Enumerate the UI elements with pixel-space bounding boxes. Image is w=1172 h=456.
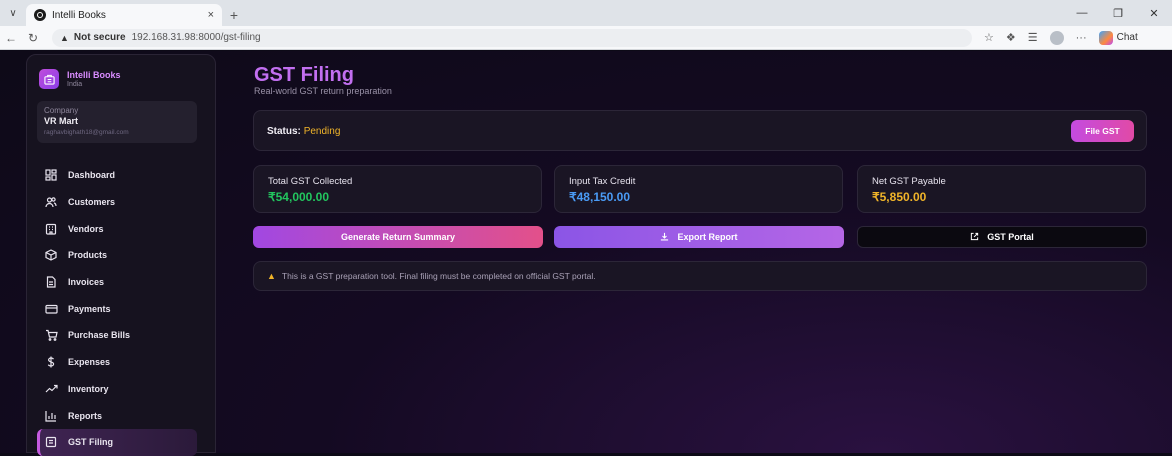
window-controls: — ❐ ✕ [1064,0,1172,26]
sidebar-item-gst-filing[interactable]: GST Filing [37,428,197,456]
button-label: GST Portal [987,232,1034,242]
export-report-button[interactable]: Export Report [554,226,844,248]
minimize-icon[interactable]: — [1064,0,1100,26]
file-gst-button[interactable]: File GST [1071,120,1134,142]
building-icon [44,222,58,236]
sidebar-item-label: Vendors [68,223,104,234]
receipt-icon [44,435,58,449]
page-title: GST Filing [254,64,354,86]
sidebar-item-payments[interactable]: Payments [37,295,197,322]
cart-icon [44,328,58,342]
gst-portal-button[interactable]: GST Portal [857,226,1147,248]
company-card[interactable]: Company VR Mart raghavbighath18@gmail.co… [37,101,197,143]
sidebar-item-purchase-bills[interactable]: Purchase Bills [37,322,197,349]
sidebar-item-dashboard[interactable]: Dashboard [37,162,197,189]
dashboard-icon [44,168,58,182]
reload-icon[interactable]: ↻ [22,26,44,50]
stat-label: Input Tax Credit [569,176,636,187]
url-text: 192.168.31.98:8000/gst-filing [131,32,261,43]
status-row: Status: Pending [267,126,340,137]
users-icon [44,195,58,209]
sidebar-item-expenses[interactable]: Expenses [37,349,197,376]
info-note-text: This is a GST preparation tool. Final fi… [281,271,596,281]
bar-chart-icon [44,409,58,423]
company-email: raghavbighath18@gmail.com [44,129,129,136]
close-window-icon[interactable]: ✕ [1136,0,1172,26]
stat-card-total-gst: Total GST Collected ₹54,000.00 [253,165,542,213]
url-field[interactable]: ▲ Not secure 192.168.31.98:8000/gst-fili… [52,28,972,47]
brand-country: India [67,81,83,88]
button-label: Generate Return Summary [340,232,456,242]
sidebar-item-label: Reports [68,410,103,421]
status-card: Status: Pending File GST [253,110,1147,151]
stat-card-net-gst-payable: Net GST Payable ₹5,850.00 [857,165,1146,213]
favorites-list-icon[interactable]: ☰ [1028,31,1038,44]
page-subtitle: Real-world GST return preparation [254,86,392,96]
trend-icon [44,382,58,396]
brand-name: Intelli Books [67,70,121,80]
info-note: ▲ This is a GST preparation tool. Final … [253,261,1147,291]
sidebar-item-vendors[interactable]: Vendors [37,215,197,242]
sidebar-item-customers[interactable]: Customers [37,189,197,216]
copilot-label: Chat [1116,32,1138,43]
stat-value: ₹54,000.00 [268,190,330,204]
browser-tab-strip: ∨ Intelli Books × + — ❐ ✕ [0,0,1172,26]
sidebar-item-inventory[interactable]: Inventory [37,376,197,403]
download-icon [660,232,669,243]
warning-icon: ▲ [267,271,276,281]
copilot-button[interactable]: Chat [1098,30,1138,45]
warning-icon: ▲ [60,32,69,43]
stat-value: ₹5,850.00 [872,190,927,204]
sidebar: Intelli Books India Company VR Mart ragh… [26,54,216,456]
status-badge: Pending [303,126,341,137]
stat-value: ₹48,150.00 [569,190,631,204]
stat-card-input-tax-credit: Input Tax Credit ₹48,150.00 [554,165,843,213]
generate-return-summary-button[interactable]: Generate Return Summary [253,226,543,248]
tab-list-chevron-icon[interactable]: ∨ [0,0,26,26]
brand-logo-icon [39,69,59,89]
sidebar-nav: Dashboard Customers Vendors Products Inv… [37,162,197,456]
more-menu-icon[interactable]: ··· [1076,32,1087,44]
sidebar-item-label: GST Filing [68,437,113,448]
app-root: Intelli Books India Company VR Mart ragh… [0,51,1172,456]
favorite-star-icon[interactable]: ☆ [984,31,994,44]
back-icon[interactable]: ← [0,26,22,50]
sidebar-item-reports[interactable]: Reports [37,402,197,429]
sidebar-item-products[interactable]: Products [37,242,197,269]
restore-icon[interactable]: ❐ [1100,0,1136,26]
company-name: VR Mart [44,116,79,126]
sidebar-item-label: Invoices [68,277,105,288]
not-secure-label: Not secure [73,32,126,43]
address-bar-row: ← ↻ ▲ Not secure 192.168.31.98:8000/gst-… [0,26,1172,50]
file-icon [44,275,58,289]
button-label: Export Report [677,232,738,242]
sidebar-item-label: Expenses [68,357,111,368]
copilot-icon [1098,30,1113,45]
sidebar-item-label: Dashboard [68,170,116,181]
sidebar-item-label: Products [68,250,108,261]
sidebar-item-invoices[interactable]: Invoices [37,269,197,296]
new-tab-button[interactable]: + [222,4,246,26]
main-content: GST Filing Real-world GST return prepara… [253,51,1149,453]
status-label: Status: [267,126,301,137]
stat-label: Total GST Collected [268,176,353,187]
favicon-icon [34,9,46,21]
company-label: Company [44,106,79,115]
sidebar-item-label: Inventory [68,383,109,394]
browser-tab[interactable]: Intelli Books × [26,4,222,26]
browser-toolbar: ☆ ❖ ☰ ··· Chat [984,30,1138,45]
dollar-icon [44,355,58,369]
sidebar-item-label: Customers [68,197,116,208]
tab-close-icon[interactable]: × [208,9,214,21]
external-link-icon [970,232,979,243]
box-icon [44,248,58,262]
sidebar-item-label: Purchase Bills [68,330,131,341]
extensions-icon[interactable]: ❖ [1006,31,1016,44]
profile-avatar[interactable] [1049,30,1064,45]
stat-label: Net GST Payable [872,176,946,187]
card-icon [44,302,58,316]
tab-title: Intelli Books [52,9,106,21]
sidebar-item-label: Payments [68,303,111,314]
brand[interactable]: Intelli Books India [39,69,121,89]
